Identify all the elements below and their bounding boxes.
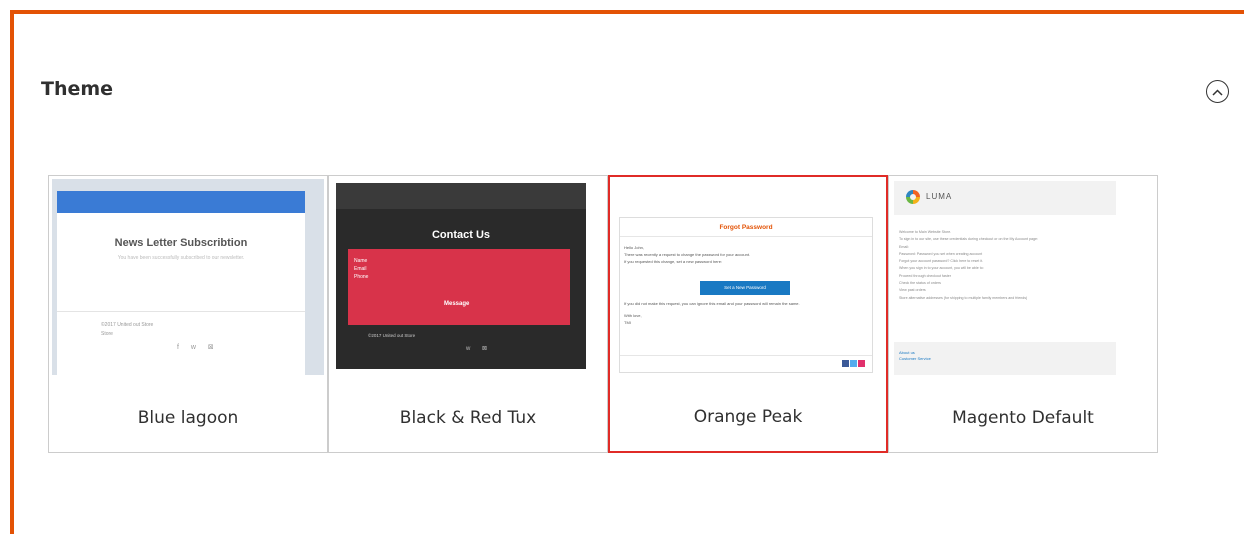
theme-preview-image: Forgot Password Hello John, There was re…	[619, 217, 873, 373]
facebook-icon	[842, 360, 849, 367]
collapse-button[interactable]	[1206, 80, 1229, 103]
preview-text: If you did not make this request, you ca…	[624, 301, 800, 306]
preview-text: Welcome to Main Website Store.	[899, 230, 952, 234]
preview-field-label: Phone	[354, 274, 369, 280]
theme-label: Blue lagoon	[137, 408, 239, 428]
theme-card-orange-peak[interactable]: Forgot Password Hello John, There was re…	[608, 175, 888, 453]
preview-footer: ©2017 United out Store	[101, 322, 154, 328]
theme-preview-image: Contact Us Name Email Phone Message ©201…	[336, 183, 586, 369]
theme-label: Orange Peak	[693, 407, 803, 427]
luma-logo-icon	[906, 190, 920, 204]
preview-text: When you sign in to your account, you wi…	[899, 266, 984, 271]
preview-text: If you requested this change, set a new …	[624, 259, 723, 264]
preview-footer: Store	[101, 331, 113, 337]
theme-card-black-red-tux[interactable]: Contact Us Name Email Phone Message ©201…	[328, 175, 608, 453]
section-top-border	[10, 10, 1244, 14]
preview-button: Set a New Password	[700, 281, 790, 295]
preview-text: Email:	[899, 244, 909, 249]
theme-card-blue-lagoon[interactable]: News Letter Subscribtion You have been s…	[48, 175, 328, 453]
preview-field-label: Email	[354, 266, 367, 272]
preview-text: With love,	[624, 313, 642, 318]
theme-label: Black & Red Tux	[399, 408, 537, 428]
preview-text: Hello John,	[624, 245, 645, 250]
preview-text: Store alternative addresses (for shippin…	[899, 295, 1028, 300]
instagram-icon	[858, 360, 865, 367]
preview-text: Check the status of orders	[899, 281, 941, 286]
preview-brand: LUMA	[926, 192, 953, 201]
preview-footer-link: Customer Service	[899, 356, 931, 361]
preview-text: There was recently a request to change t…	[624, 252, 751, 257]
preview-message-label: Message	[444, 301, 470, 307]
preview-title: News Letter Subscribtion	[114, 237, 248, 249]
preview-text: TMI	[624, 320, 631, 325]
preview-footer: ©2017 United out Store	[368, 333, 416, 338]
preview-text: Proceed through checkout faster	[899, 273, 951, 278]
section-left-border	[10, 10, 14, 534]
preview-text: To sign in to our site, use these creden…	[899, 237, 1039, 242]
preview-social-icons: f ᴡ ⊠	[177, 344, 219, 351]
preview-text: View past orders	[899, 288, 926, 293]
preview-field-label: Name	[354, 258, 368, 264]
twitter-icon	[850, 360, 857, 367]
theme-preview-image: News Letter Subscribtion You have been s…	[52, 179, 324, 375]
theme-label: Magento Default	[952, 408, 1094, 428]
preview-title: Contact Us	[431, 229, 491, 241]
preview-title: Forgot Password	[719, 224, 773, 231]
section-title: Theme	[41, 78, 114, 100]
preview-text: Forgot your account password? Click here…	[899, 259, 984, 264]
theme-card-magento-default[interactable]: LUMA Welcome to Main Website Store. To s…	[888, 175, 1158, 453]
preview-text: Password: Password you set when creating…	[899, 251, 983, 256]
chevron-up-icon	[1212, 83, 1223, 101]
preview-social-icons: ᴡ ⊠	[466, 346, 493, 352]
theme-preview-image: LUMA Welcome to Main Website Store. To s…	[894, 181, 1116, 377]
preview-subtitle: You have been successfully subscribed to…	[117, 255, 245, 261]
